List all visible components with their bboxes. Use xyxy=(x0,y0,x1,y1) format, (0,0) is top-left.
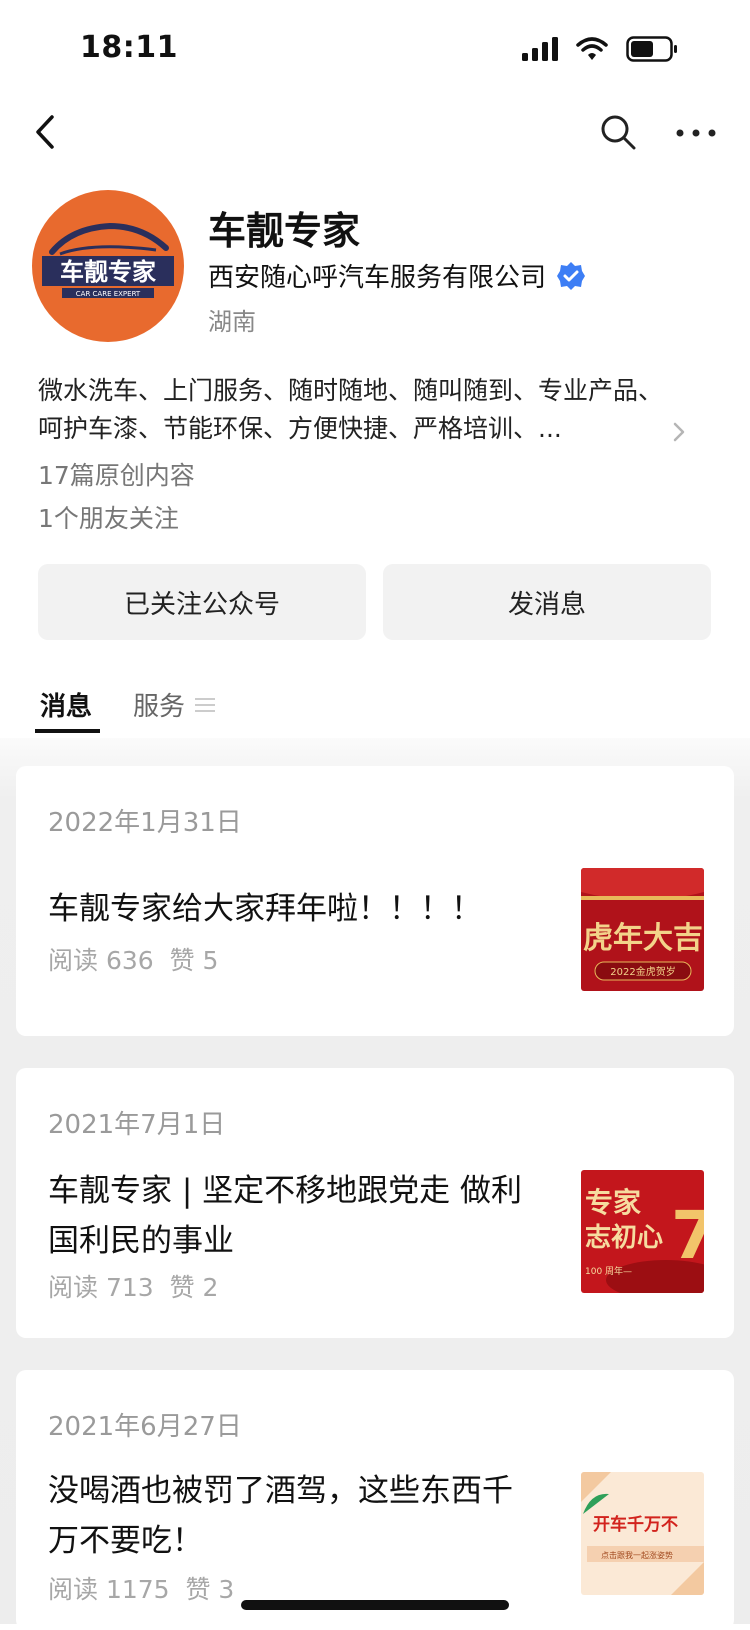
search-icon[interactable] xyxy=(598,112,638,152)
article-title[interactable]: 车靓专家 | 坚定不移地跟党走 做利国利民的事业 xyxy=(48,1166,538,1266)
article-date: 2021年7月1日 xyxy=(48,1110,226,1140)
thumb-subtext: 2022金虎贺岁 xyxy=(610,965,675,978)
thumb-text: 专家 xyxy=(585,1186,641,1219)
article-thumbnail[interactable]: 开车千万不 点击跟我一起涨姿势 xyxy=(581,1472,704,1595)
article-thumbnail[interactable]: 虎年大吉 2022金虎贺岁 xyxy=(581,868,704,991)
thumb-footer: 100 周年— xyxy=(585,1265,632,1277)
thumb-number: 7 xyxy=(671,1197,704,1274)
logo-text: 车靓专家 xyxy=(60,258,156,286)
read-count: 阅读 713 xyxy=(48,1273,154,1302)
thumb-subtext: 志初心 xyxy=(585,1223,663,1253)
logo-subtext: CAR CARE EXPERT xyxy=(76,290,141,298)
more-icon[interactable] xyxy=(674,118,718,148)
original-count[interactable]: 17篇原创内容 xyxy=(38,456,195,492)
article-card[interactable]: 2022年1月31日 车靓专家给大家拜年啦！！！！ 阅读 636 赞 5 虎年大… xyxy=(16,766,734,1036)
article-date: 2021年6月27日 xyxy=(48,1412,242,1442)
account-region: 湖南 xyxy=(208,308,256,336)
article-meta: 阅读 636 赞 5 xyxy=(48,941,218,977)
account-name: 车靓专家 xyxy=(208,209,361,253)
signal-icon xyxy=(522,37,558,61)
article-card[interactable]: 2021年7月1日 车靓专家 | 坚定不移地跟党走 做利国利民的事业 阅读 71… xyxy=(16,1068,734,1338)
tab-messages[interactable]: 消息 xyxy=(40,686,92,723)
home-indicator xyxy=(241,1600,509,1610)
send-message-button[interactable]: 发消息 xyxy=(383,564,711,640)
article-title[interactable]: 车靓专家给大家拜年啦！！！！ xyxy=(48,884,538,934)
followed-button[interactable]: 已关注公众号 xyxy=(38,564,366,640)
article-meta: 阅读 713 赞 2 xyxy=(48,1268,218,1304)
tab-services[interactable]: 服务 xyxy=(133,686,216,723)
friends-following[interactable]: 1个朋友关注 xyxy=(38,499,179,535)
company-name: 西安随心呼汽车服务有限公司 xyxy=(208,263,547,293)
status-icons xyxy=(522,36,678,62)
article-thumbnail[interactable]: 专家 志初心 7 100 周年— xyxy=(581,1170,704,1293)
active-tab-indicator xyxy=(35,729,100,733)
read-count: 阅读 1175 xyxy=(48,1575,170,1604)
account-description[interactable]: 微水洗车、上门服务、随时随地、随叫随到、专业产品、呵护车漆、节能环保、方便快捷、… xyxy=(38,372,678,448)
wifi-icon xyxy=(576,37,608,60)
article-meta: 阅读 1175 赞 3 xyxy=(48,1570,234,1606)
like-count: 赞 3 xyxy=(185,1575,235,1604)
article-card[interactable]: 2021年6月27日 没喝酒也被罚了酒驾，这些东西千万不要吃！ 阅读 1175 … xyxy=(16,1370,734,1630)
battery-icon xyxy=(626,36,677,62)
like-count: 赞 2 xyxy=(169,1273,219,1302)
thumb-subtext: 点击跟我一起涨姿势 xyxy=(601,1550,673,1560)
verified-badge-icon xyxy=(557,261,586,290)
thumb-text: 虎年大吉 xyxy=(583,921,703,956)
like-count: 赞 5 xyxy=(169,946,219,975)
account-avatar[interactable]: 车靓专家 CAR CARE EXPERT xyxy=(32,190,184,342)
tab-services-label: 服务 xyxy=(133,692,186,722)
company-row[interactable]: 西安随心呼汽车服务有限公司 xyxy=(208,257,586,294)
status-time: 18:11 xyxy=(80,30,178,65)
article-date: 2022年1月31日 xyxy=(48,808,242,838)
read-count: 阅读 636 xyxy=(48,946,154,975)
article-title[interactable]: 没喝酒也被罚了酒驾，这些东西千万不要吃！ xyxy=(48,1466,538,1566)
chevron-right-icon[interactable] xyxy=(670,420,688,444)
thumb-text: 开车千万不 xyxy=(593,1514,678,1535)
car-logo-icon: 车靓专家 CAR CARE EXPERT xyxy=(42,222,174,298)
back-icon[interactable] xyxy=(28,112,68,152)
menu-icon xyxy=(195,697,216,712)
